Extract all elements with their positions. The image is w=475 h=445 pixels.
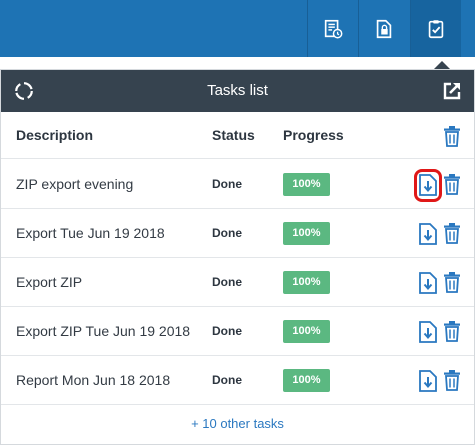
task-description: Export ZIP Tue Jun 19 2018	[16, 323, 191, 339]
task-description: Export ZIP	[16, 274, 83, 290]
document-history-button[interactable]	[307, 0, 358, 57]
progress-badge: 100%	[283, 222, 330, 245]
delete-icon[interactable]	[443, 222, 461, 244]
top-toolbar	[0, 0, 475, 57]
task-status: Done	[212, 324, 242, 338]
delete-all-icon[interactable]	[443, 125, 461, 147]
table-row: Export Tue Jun 19 2018 Done 100%	[1, 209, 474, 258]
delete-icon[interactable]	[443, 369, 461, 391]
delete-icon[interactable]	[443, 320, 461, 342]
progress-badge: 100%	[283, 369, 330, 392]
table-row: Export ZIP Done 100%	[1, 258, 474, 307]
task-status: Done	[212, 226, 242, 240]
task-description: Export Tue Jun 19 2018	[16, 225, 165, 241]
clipboard-check-button[interactable]	[410, 0, 461, 57]
clipboard-check-icon	[428, 19, 444, 38]
task-status: Done	[212, 177, 242, 191]
download-icon[interactable]	[418, 320, 438, 344]
document-lock-button[interactable]	[358, 0, 409, 57]
more-tasks-link[interactable]: + 10 other tasks	[1, 404, 474, 444]
column-header-description[interactable]: Description	[16, 112, 93, 159]
table-row: ZIP export evening Done 100%	[1, 160, 474, 209]
document-lock-icon	[376, 19, 392, 38]
download-icon[interactable]	[418, 369, 438, 393]
task-status: Done	[212, 275, 242, 289]
table-header: Description Status Progress	[1, 112, 474, 159]
download-highlight	[414, 169, 442, 202]
column-header-status[interactable]: Status	[212, 112, 255, 159]
task-description: Report Mon Jun 18 2018	[16, 372, 171, 388]
delete-icon[interactable]	[443, 173, 461, 195]
progress-badge: 100%	[283, 320, 330, 343]
delete-icon[interactable]	[443, 271, 461, 293]
tasks-panel: Tasks list Description Status Progress Z…	[0, 69, 475, 445]
download-icon[interactable]	[418, 222, 438, 246]
column-header-progress[interactable]: Progress	[283, 112, 344, 159]
task-description: ZIP export evening	[16, 176, 134, 192]
progress-badge: 100%	[283, 271, 330, 294]
table-row: Export ZIP Tue Jun 19 2018 Done 100%	[1, 307, 474, 356]
external-link-icon[interactable]	[442, 81, 462, 101]
progress-badge: 100%	[283, 173, 330, 196]
task-status: Done	[212, 373, 242, 387]
table-row: Report Mon Jun 18 2018 Done 100%	[1, 356, 474, 405]
panel-title: Tasks list	[207, 82, 268, 99]
document-history-icon	[324, 19, 343, 38]
download-icon[interactable]	[418, 271, 438, 295]
panel-header: Tasks list	[1, 70, 474, 112]
